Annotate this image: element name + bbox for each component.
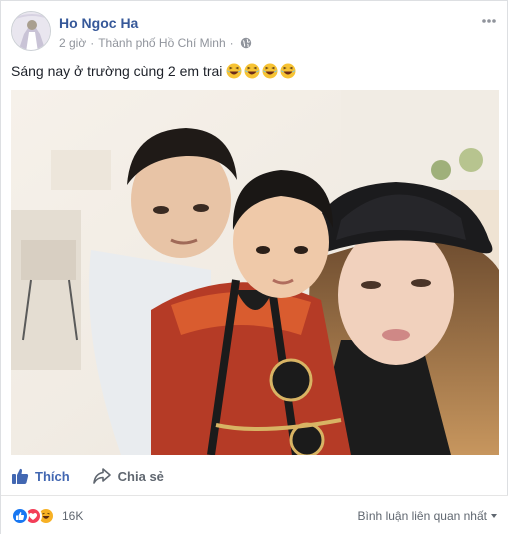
like-reaction-icon	[11, 507, 29, 525]
share-label: Chia sẻ	[117, 468, 164, 484]
caption-text: Sáng nay ở trường cùng 2 em trai	[11, 63, 223, 79]
laughing-emoji	[226, 63, 242, 79]
post-photo[interactable]	[11, 90, 499, 455]
post-caption: Sáng nay ở trường cùng 2 em trai	[11, 63, 298, 79]
reactions-summary[interactable]: 16K	[11, 507, 83, 525]
globe-icon[interactable]	[240, 37, 252, 49]
meta-separator-2: ·	[229, 36, 234, 50]
laughing-emoji	[244, 63, 260, 79]
comment-sort-dropdown[interactable]: Bình luận liên quan nhất	[358, 509, 497, 523]
avatar[interactable]	[11, 11, 51, 51]
facebook-post: Ho Ngoc Ha 2 giờ · Thành phố Hồ Chí Minh…	[0, 0, 508, 534]
more-options-icon[interactable]	[479, 13, 499, 29]
share-button[interactable]: Chia sẻ	[92, 467, 164, 485]
selfie-illustration	[11, 90, 499, 455]
laughing-emoji	[262, 63, 278, 79]
reaction-count: 16K	[62, 509, 84, 523]
post-location[interactable]: Thành phố Hồ Chí Minh	[98, 36, 225, 50]
post-footer: 16K Bình luận liên quan nhất	[1, 495, 508, 534]
like-button[interactable]: Thích	[11, 467, 70, 485]
post-actions: Thích Chia sẻ	[11, 461, 499, 491]
thumbs-up-icon	[12, 468, 29, 484]
meta-separator: ·	[90, 36, 95, 50]
share-arrow-icon	[92, 468, 111, 484]
like-label: Thích	[35, 468, 70, 484]
laughing-emoji	[280, 63, 296, 79]
caption-emojis	[226, 63, 298, 79]
post-header: Ho Ngoc Ha 2 giờ · Thành phố Hồ Chí Minh…	[11, 11, 499, 55]
sort-label: Bình luận liên quan nhất	[357, 509, 487, 523]
post-meta: 2 giờ · Thành phố Hồ Chí Minh ·	[59, 36, 252, 50]
chevron-down-icon	[491, 514, 497, 518]
post-time[interactable]: 2 giờ	[59, 36, 86, 50]
author-name[interactable]: Ho Ngoc Ha	[59, 15, 138, 31]
